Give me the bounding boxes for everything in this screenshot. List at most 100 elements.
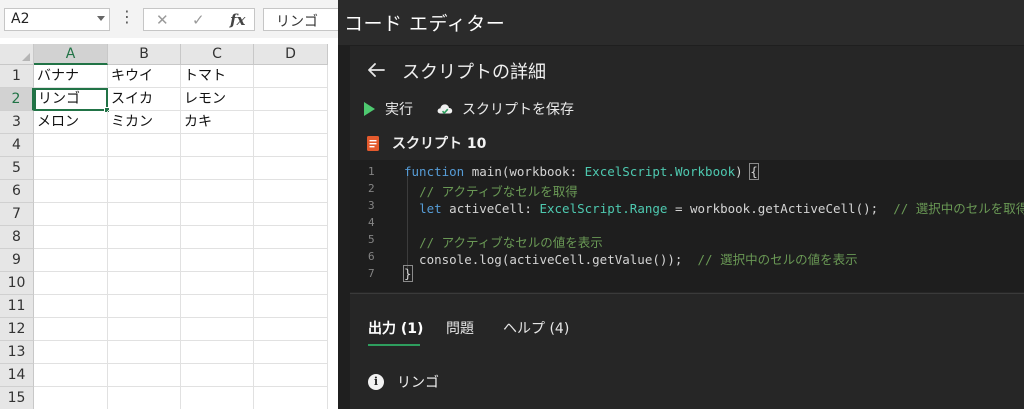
code-line[interactable]: } xyxy=(403,265,413,282)
row-header-9[interactable]: 9 xyxy=(0,249,34,272)
code-line[interactable]: console.log(activeCell.getValue()); // 選… xyxy=(404,249,858,268)
enter-icon[interactable]: ✓ xyxy=(192,10,205,30)
cell-a5[interactable] xyxy=(34,157,108,180)
select-all-corner[interactable] xyxy=(0,44,34,65)
cell-d3[interactable] xyxy=(254,111,328,134)
cell-d15[interactable] xyxy=(254,387,328,409)
column-header-b[interactable]: B xyxy=(108,44,181,65)
code-line[interactable]: let activeCell: ExcelScript.Range = work… xyxy=(404,198,1024,217)
cell-a3[interactable]: メロン xyxy=(34,111,108,134)
cell-c5[interactable] xyxy=(181,157,254,180)
cancel-icon[interactable]: ✕ xyxy=(156,10,169,30)
name-box-dropdown-icon[interactable] xyxy=(97,16,105,21)
cell-c4[interactable] xyxy=(181,134,254,157)
row-header-2[interactable]: 2 xyxy=(0,88,34,111)
cell-b14[interactable] xyxy=(108,364,181,387)
cell-d4[interactable] xyxy=(254,134,328,157)
cell-b12[interactable] xyxy=(108,318,181,341)
cell-c8[interactable] xyxy=(181,226,254,249)
cell-b2[interactable]: スイカ xyxy=(108,88,181,111)
row-header-13[interactable]: 13 xyxy=(0,341,34,364)
cell-c10[interactable] xyxy=(181,272,254,295)
row-header-7[interactable]: 7 xyxy=(0,203,34,226)
row-header-11[interactable]: 11 xyxy=(0,295,34,318)
cell-a11[interactable] xyxy=(34,295,108,318)
cell-b15[interactable] xyxy=(108,387,181,409)
cell-c3[interactable]: カキ xyxy=(181,111,254,134)
formula-input[interactable]: リンゴ xyxy=(263,8,338,31)
cell-b11[interactable] xyxy=(108,295,181,318)
cell-b6[interactable] xyxy=(108,180,181,203)
cell-d12[interactable] xyxy=(254,318,328,341)
cell-d11[interactable] xyxy=(254,295,328,318)
save-script-button[interactable]: スクリプトを保存 xyxy=(436,98,574,120)
tab-1[interactable]: 問題 xyxy=(446,318,474,338)
cell-a13[interactable] xyxy=(34,341,108,364)
cell-a14[interactable] xyxy=(34,364,108,387)
row-header-4[interactable]: 4 xyxy=(0,134,34,157)
row-header-15[interactable]: 15 xyxy=(0,387,34,409)
column-header-c[interactable]: C xyxy=(181,44,254,65)
output-tabs: 出力 (1) 問題 ヘルプ (4) xyxy=(350,293,1024,349)
cell-b4[interactable] xyxy=(108,134,181,157)
cell-d10[interactable] xyxy=(254,272,328,295)
cell-b9[interactable] xyxy=(108,249,181,272)
row-header-5[interactable]: 5 xyxy=(0,157,34,180)
cell-c15[interactable] xyxy=(181,387,254,409)
run-button[interactable]: 実行 xyxy=(364,98,413,120)
column-header-d[interactable]: D xyxy=(254,44,328,65)
cell-d2[interactable] xyxy=(254,88,328,111)
cell-b5[interactable] xyxy=(108,157,181,180)
more-options-icon[interactable]: ⋮ xyxy=(119,7,135,27)
code-line[interactable]: function main(workbook: ExcelScript.Work… xyxy=(404,163,759,180)
cell-c12[interactable] xyxy=(181,318,254,341)
cell-d5[interactable] xyxy=(254,157,328,180)
cell-a10[interactable] xyxy=(34,272,108,295)
cell-d8[interactable] xyxy=(254,226,328,249)
column-header-a[interactable]: A xyxy=(34,44,108,65)
cell-d13[interactable] xyxy=(254,341,328,364)
cell-a4[interactable] xyxy=(34,134,108,157)
row-header-1[interactable]: 1 xyxy=(0,65,34,88)
insert-function-icon[interactable]: fx xyxy=(230,10,245,30)
cell-a1[interactable]: バナナ xyxy=(34,65,108,88)
cell-b10[interactable] xyxy=(108,272,181,295)
cell-d7[interactable] xyxy=(254,203,328,226)
cell-a9[interactable] xyxy=(34,249,108,272)
cell-b3[interactable]: ミカン xyxy=(108,111,181,134)
cell-b8[interactable] xyxy=(108,226,181,249)
cell-b13[interactable] xyxy=(108,341,181,364)
cell-c1[interactable]: トマト xyxy=(181,65,254,88)
row-header-8[interactable]: 8 xyxy=(0,226,34,249)
row-header-14[interactable]: 14 xyxy=(0,364,34,387)
cell-c2[interactable]: レモン xyxy=(181,88,254,111)
cell-b1[interactable]: キウイ xyxy=(108,65,181,88)
cell-d6[interactable] xyxy=(254,180,328,203)
cell-a12[interactable] xyxy=(34,318,108,341)
code-editor[interactable]: 1 function main(workbook: ExcelScript.Wor… xyxy=(350,160,1024,292)
cell-c6[interactable] xyxy=(181,180,254,203)
name-box[interactable]: A2 xyxy=(4,8,110,31)
cell-a7[interactable] xyxy=(34,203,108,226)
info-icon: i xyxy=(368,374,384,390)
cell-c14[interactable] xyxy=(181,364,254,387)
cell-a2[interactable]: リンゴ xyxy=(34,88,108,111)
row-header-10[interactable]: 10 xyxy=(0,272,34,295)
tab-2[interactable]: ヘルプ (4) xyxy=(503,318,569,338)
cell-d14[interactable] xyxy=(254,364,328,387)
row-header-3[interactable]: 3 xyxy=(0,111,34,134)
cell-b7[interactable] xyxy=(108,203,181,226)
row-header-12[interactable]: 12 xyxy=(0,318,34,341)
cell-c11[interactable] xyxy=(181,295,254,318)
tab-0[interactable]: 出力 (1) xyxy=(368,318,423,338)
cell-c9[interactable] xyxy=(181,249,254,272)
cell-a15[interactable] xyxy=(34,387,108,409)
cell-c7[interactable] xyxy=(181,203,254,226)
cell-c13[interactable] xyxy=(181,341,254,364)
cell-a6[interactable] xyxy=(34,180,108,203)
cell-a8[interactable] xyxy=(34,226,108,249)
row-header-6[interactable]: 6 xyxy=(0,180,34,203)
cell-d9[interactable] xyxy=(254,249,328,272)
cell-d1[interactable] xyxy=(254,65,328,88)
back-arrow-icon[interactable] xyxy=(364,58,388,82)
